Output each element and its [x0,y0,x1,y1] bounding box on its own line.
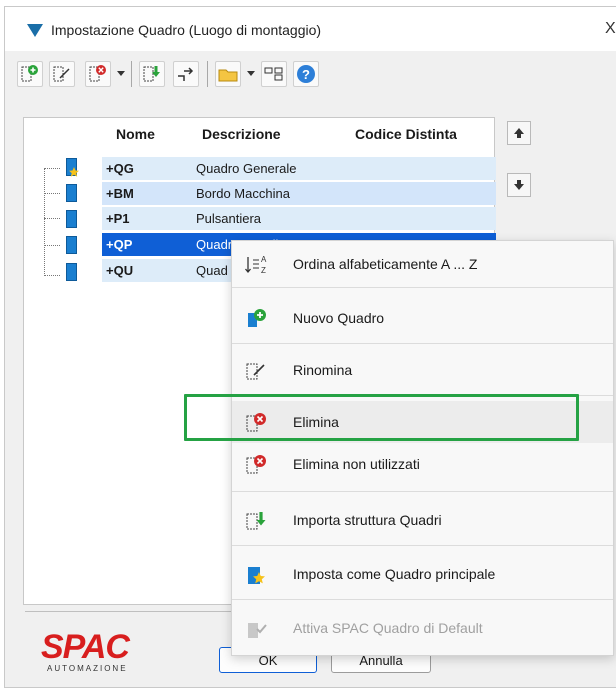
table-row[interactable]: +P1 Pulsantiera [102,207,496,230]
delete-icon[interactable] [85,61,111,87]
chevron-down-icon[interactable] [117,71,125,76]
window-title: Impostazione Quadro (Luogo di montaggio) [51,22,322,38]
tree-line [44,168,45,276]
help-icon[interactable]: ? [293,61,319,87]
main-quadro-icon [66,158,79,177]
menu-separator [232,545,613,546]
menu-item-label: Imposta come Quadro principale [293,566,496,582]
menu-item-delete-unused[interactable]: Elimina non utilizzati [232,443,613,485]
menu-item-label: Elimina non utilizzati [293,456,420,472]
menu-item-sort[interactable]: AZ Ordina alfabeticamente A ... Z [232,243,613,285]
svg-text:Z: Z [261,266,266,275]
menu-item-new[interactable]: Nuovo Quadro [232,297,613,339]
row-name: +QG [106,161,134,176]
rename-icon[interactable] [49,61,75,87]
tree-line [44,218,60,219]
tree-line [44,275,60,276]
title-bar: Impostazione Quadro (Luogo di montaggio)… [5,7,616,51]
activate-default-icon [248,623,267,638]
quadro-icon [66,184,77,202]
tree-line [44,245,60,246]
sort-az-icon: AZ [245,255,267,275]
row-description: Bordo Macchina [196,186,290,201]
import-structure-icon [246,512,266,530]
tree-line [44,193,60,194]
toolbar-separator [131,61,132,87]
folder-icon[interactable] [215,61,241,87]
move-up-button[interactable] [507,121,531,145]
menu-separator [232,599,613,600]
column-header-code[interactable]: Codice Distinta [355,126,457,142]
menu-item-set-main[interactable]: Imposta come Quadro principale [232,553,613,595]
menu-separator [232,491,613,492]
menu-item-rename[interactable]: Rinomina [232,349,613,391]
column-header-description[interactable]: Descrizione [202,126,281,142]
menu-item-import[interactable]: Importa struttura Quadri [232,499,613,541]
menu-item-label: Nuovo Quadro [293,310,385,326]
chevron-down-icon[interactable] [247,71,255,76]
tree-line [44,168,60,169]
arrow-down-icon [514,180,524,190]
quadro-icon [66,210,77,228]
quadro-icon [66,236,77,254]
divider [25,611,235,612]
row-name: +BM [106,186,134,201]
structure-icon[interactable] [261,61,287,87]
row-description: Pulsantiera [196,211,262,226]
column-header-name[interactable]: Nome [116,126,155,142]
import-icon[interactable] [139,61,165,87]
new-quadro-icon[interactable] [17,61,43,87]
table-row[interactable]: +QG Quadro Generale [102,157,496,180]
toolbar: ? [17,59,457,91]
menu-item-activate-default: Attiva SPAC Quadro di Default [232,607,613,649]
rename-icon [246,363,265,380]
arrow-up-icon [514,128,524,138]
menu-separator [232,287,613,288]
svg-text:A: A [261,255,267,264]
menu-item-label: Rinomina [293,362,353,378]
spac-logo: SPAC AUTOMAZIONE [41,628,130,673]
app-logo-icon [27,24,43,37]
move-icon[interactable] [173,61,199,87]
context-menu: AZ Ordina alfabeticamente A ... Z Nuovo … [231,240,614,656]
menu-item-label: Importa struttura Quadri [293,512,442,528]
new-quadro-icon [248,309,266,327]
quadro-icon [66,263,77,281]
set-main-icon [248,567,265,584]
row-name: +QU [106,263,134,278]
row-name: +QP [106,237,133,252]
logo-sub: AUTOMAZIONE [47,664,128,673]
highlight-box [184,394,579,441]
menu-item-label: Ordina alfabeticamente A ... Z [293,256,478,272]
menu-item-label: Attiva SPAC Quadro di Default [293,620,483,636]
row-name: +P1 [106,211,130,226]
menu-separator [232,343,613,344]
row-description: Quadro Generale [196,161,297,176]
table-row[interactable]: +BM Bordo Macchina [102,182,496,205]
logo-main: SPAC [41,628,130,666]
svg-text:?: ? [302,67,310,82]
close-button[interactable]: X [605,20,616,38]
move-down-button[interactable] [507,173,531,197]
delete-unused-icon [246,455,266,474]
toolbar-separator [207,61,208,87]
